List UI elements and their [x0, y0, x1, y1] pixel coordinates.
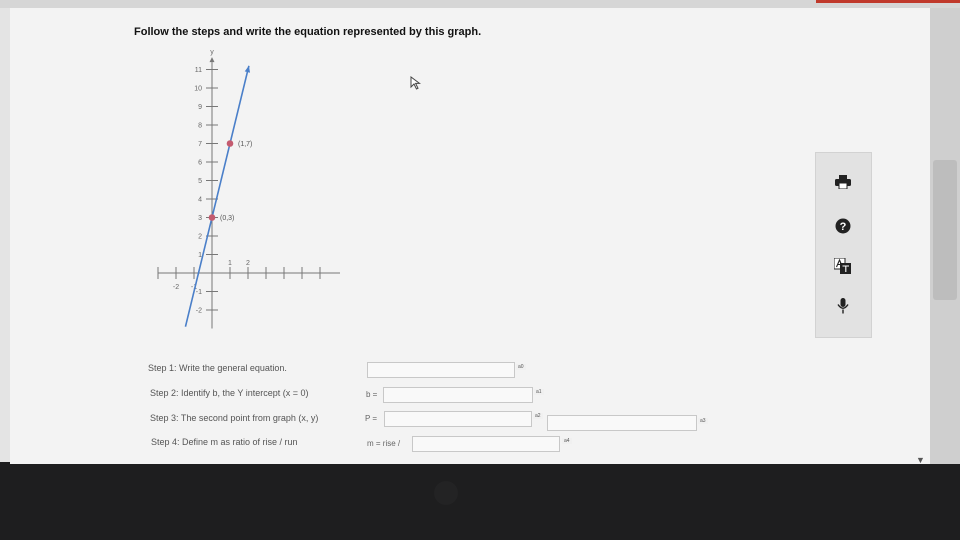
microphone-icon — [837, 298, 849, 314]
screen: ▼ Follow the steps and write the equatio… — [0, 0, 960, 465]
translate-icon — [834, 258, 851, 274]
y-axis-arrow-icon — [209, 57, 215, 63]
p-prefix: P = — [365, 414, 378, 423]
y-tick-label: 4 — [198, 197, 202, 204]
step-1-label: Step 1: Write the general equation. — [148, 363, 287, 373]
scroll-down-arrow-icon[interactable]: ▼ — [916, 455, 925, 465]
y-tick-label: 11 — [195, 67, 202, 74]
slope-input[interactable] — [412, 436, 560, 452]
laptop-logo — [434, 481, 458, 505]
graph-point — [226, 140, 234, 147]
top-accent-bar — [816, 0, 960, 3]
tool-panel: ? — [815, 152, 872, 338]
general-equation-input[interactable] — [367, 362, 515, 378]
point-x-input[interactable] — [384, 411, 532, 427]
y-axis-label: y — [210, 49, 214, 56]
scrollbar-thumb[interactable] — [933, 160, 957, 300]
step-4-label: Step 4: Define m as ratio of rise / run — [151, 437, 298, 447]
m-prefix: m = rise / — [367, 439, 401, 448]
help-icon: ? — [835, 218, 851, 234]
x-tick-label: -2 — [173, 284, 179, 291]
coordinate-graph: xy 1110987654321-1-2-2-112 (1,7)(0,3) — [157, 49, 340, 329]
x-tick-label: 2 — [246, 260, 250, 267]
step-3-label: Step 3: The second point from graph (x, … — [150, 413, 319, 423]
field-tag-a2: a2 — [533, 413, 543, 419]
y-tick-label: 6 — [198, 160, 202, 167]
field-tag-a0: a0 — [516, 364, 526, 370]
graph-point — [208, 214, 216, 221]
field-tag-a3: a3 — [698, 418, 708, 424]
y-tick-label: 9 — [198, 104, 202, 111]
y-tick-label: 2 — [198, 234, 202, 241]
graph-point-label: (0,3) — [220, 215, 234, 222]
step-2-label: Step 2: Identify b, the Y intercept (x =… — [150, 388, 309, 398]
graph-point-label: (1,7) — [238, 141, 252, 148]
y-tick-label: 10 — [194, 86, 202, 93]
translate-button[interactable] — [828, 253, 858, 279]
y-tick-label: 3 — [198, 215, 202, 222]
field-tag-a4: a4 — [562, 438, 572, 444]
question-text: Follow the steps and write the equation … — [134, 26, 482, 38]
y-tick-label: -2 — [196, 308, 202, 315]
point-y-input[interactable] — [547, 415, 697, 431]
mouse-cursor-icon — [410, 76, 421, 90]
help-button[interactable]: ? — [828, 213, 858, 239]
y-intercept-input[interactable] — [383, 387, 533, 403]
microphone-button[interactable] — [828, 293, 858, 319]
y-tick-label: 7 — [198, 141, 202, 148]
print-icon — [835, 175, 851, 189]
graph-line — [184, 65, 250, 327]
field-tag-a1: a1 — [534, 389, 544, 395]
print-button[interactable] — [828, 169, 858, 195]
x-tick-label: 1 — [228, 260, 232, 267]
y-tick-label: 8 — [198, 123, 202, 130]
y-tick-label: 5 — [198, 178, 202, 185]
svg-text:?: ? — [840, 221, 847, 233]
b-prefix: b = — [366, 390, 378, 399]
